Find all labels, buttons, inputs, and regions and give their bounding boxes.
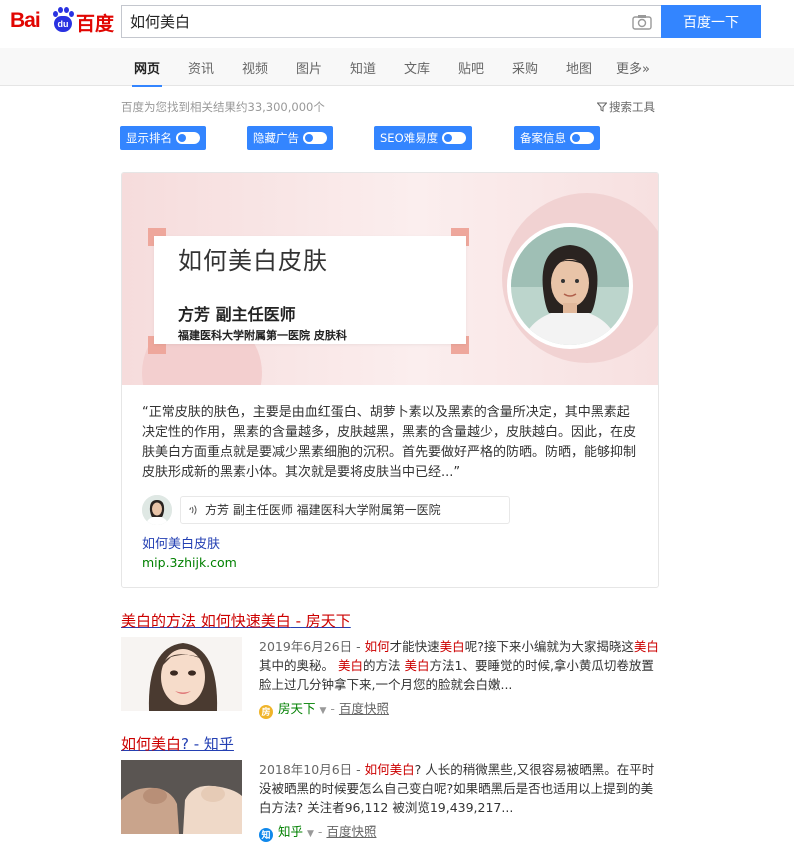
tab-tieba[interactable]: 贴吧 <box>458 58 484 77</box>
banner-title: 如何美白皮肤 <box>178 247 328 275</box>
toggle-switch[interactable] <box>442 132 467 144</box>
result-thumbnail[interactable] <box>121 760 242 834</box>
author-info: 方芳 副主任医师 福建医科大学附属第一医院 <box>205 503 441 517</box>
top-bar: Bai du 百度 百度一下 <box>0 0 794 48</box>
toggle-hide-ads[interactable]: 隐藏广告 <box>247 126 333 150</box>
result-title-link[interactable]: 如何美白? - 知乎 <box>121 733 666 754</box>
result-snippet: 2018年10月6日 - 如何美白? 人长的稍微黑些,又很容易被晒黑。在平时没被… <box>259 762 655 815</box>
result-thumbnail[interactable] <box>121 637 242 711</box>
search-tools-button[interactable]: 搜索工具 <box>597 99 655 115</box>
toggle-label: 显示排名 <box>126 131 172 145</box>
search-tabs: 网页 资讯 视频 图片 知道 文库 贴吧 采购 地图 更多» <box>0 48 794 87</box>
toggle-switch[interactable] <box>176 132 200 144</box>
logo-text-bai: Bai <box>10 9 41 32</box>
baidu-logo[interactable]: Bai du 百度 <box>8 5 114 39</box>
tab-news[interactable]: 资讯 <box>188 58 214 77</box>
result-title-link[interactable]: 美白的方法 如何快速美白 - 房天下 <box>121 610 666 631</box>
tab-caigou[interactable]: 采购 <box>512 58 538 77</box>
toggle-label: SEO难易度 <box>380 131 439 145</box>
paw-icon: du <box>52 7 74 33</box>
toggle-label: 备案信息 <box>520 131 566 145</box>
toggle-switch[interactable] <box>303 132 327 144</box>
toggle-icp-info[interactable]: 备案信息 <box>514 126 600 150</box>
result-source: 房房天下 ▼ - 百度快照 <box>259 698 389 719</box>
author-audio-bar[interactable]: 方芳 副主任医师 福建医科大学附属第一医院 <box>180 496 510 524</box>
search-result: 如何美白? - 知乎 2018年10月6日 - 如何美白? 人长的稍微黑些,又很… <box>121 733 666 843</box>
featured-quote: “正常皮肤的肤色，主要是由血红蛋白、胡萝卜素以及黑素的含量所决定，其中黑素起决定… <box>142 405 637 480</box>
audio-icon <box>189 505 197 515</box>
tab-zhidao[interactable]: 知道 <box>350 58 376 77</box>
chevron-down-icon[interactable]: ▼ <box>320 706 327 716</box>
tab-wenku[interactable]: 文库 <box>404 58 430 77</box>
tab-images[interactable]: 图片 <box>296 58 322 77</box>
featured-url: mip.3zhijk.com <box>142 555 237 570</box>
logo-text-du: du <box>54 16 72 32</box>
search-box <box>121 5 661 38</box>
result-source-name[interactable]: 房天下 <box>278 701 316 716</box>
search-tools-label: 搜索工具 <box>609 100 655 114</box>
toggle-show-rank[interactable]: 显示排名 <box>120 126 206 150</box>
author-avatar <box>142 495 172 525</box>
doctor-portrait <box>507 223 633 349</box>
filter-icon <box>597 102 607 112</box>
result-source: 知知乎 ▼ - 百度快照 <box>259 821 376 842</box>
camera-icon[interactable] <box>632 14 652 30</box>
search-input[interactable] <box>122 6 622 37</box>
search-button[interactable]: 百度一下 <box>661 5 761 38</box>
search-result: 美白的方法 如何快速美白 - 房天下 2019年6月26日 - 如何才能快速美白… <box>121 610 666 720</box>
tab-web[interactable]: 网页 <box>131 58 163 87</box>
featured-link[interactable]: 如何美白皮肤 <box>142 533 220 552</box>
result-source-name[interactable]: 知乎 <box>278 824 303 839</box>
snapshot-link[interactable]: 百度快照 <box>339 701 389 716</box>
tab-map[interactable]: 地图 <box>566 58 592 77</box>
fangtianxia-icon: 房 <box>259 705 273 719</box>
banner-doctor: 方芳 副主任医师 <box>178 305 296 324</box>
toggle-label: 隐藏广告 <box>253 131 299 145</box>
logo-text-baidu: 百度 <box>76 13 115 35</box>
snapshot-link[interactable]: 百度快照 <box>326 824 376 839</box>
featured-answer-card: 如何美白皮肤 方芳 副主任医师 福建医科大学附属第一医院 皮肤科 “正常皮肤的肤… <box>121 172 659 588</box>
zhihu-icon: 知 <box>259 828 273 842</box>
result-snippet: 2019年6月26日 - 如何才能快速美白呢?接下来小编就为大家揭晓这美白其中的… <box>259 639 659 692</box>
banner-hospital: 福建医科大学附属第一医院 皮肤科 <box>178 329 347 342</box>
chevron-down-icon[interactable]: ▼ <box>307 829 314 839</box>
tab-video[interactable]: 视频 <box>242 58 268 77</box>
tab-more[interactable]: 更多» <box>616 58 650 77</box>
toggle-seo-difficulty[interactable]: SEO难易度 <box>374 126 473 150</box>
toggle-switch[interactable] <box>570 132 594 144</box>
result-count: 百度为您找到相关结果约33,300,000个 <box>121 100 325 114</box>
video-banner[interactable]: 如何美白皮肤 方芳 副主任医师 福建医科大学附属第一医院 皮肤科 <box>122 173 658 385</box>
